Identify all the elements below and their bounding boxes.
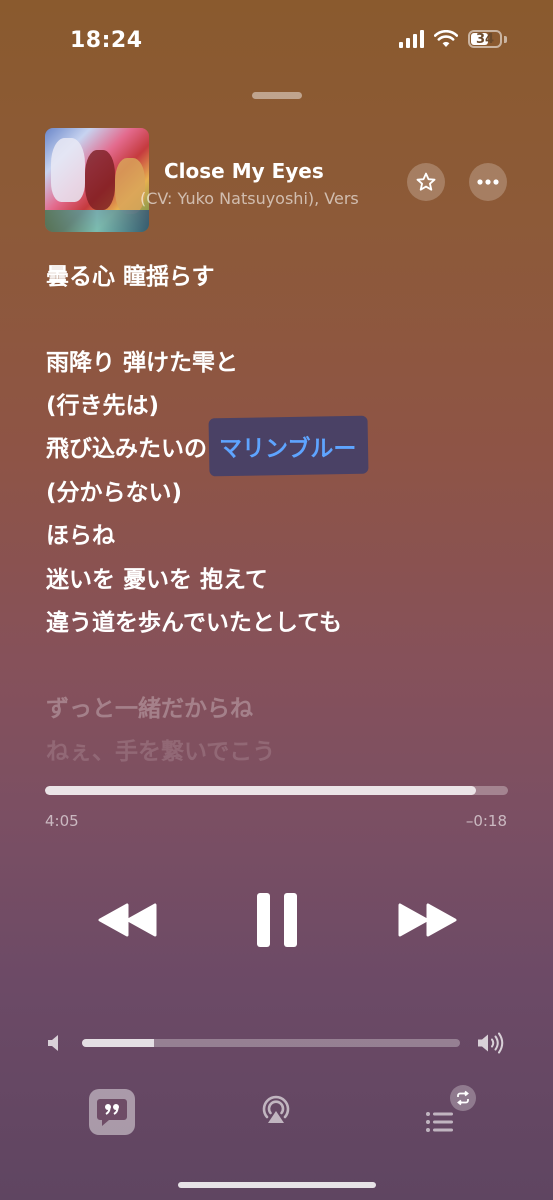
lyrics-button[interactable] (89, 1089, 135, 1135)
fast-forward-icon (398, 903, 457, 937)
now-playing-header: Close My Eyes (CV: Yuko Natsuyoshi), Ver… (0, 125, 553, 235)
time-remaining: –0:18 (465, 812, 507, 830)
lyric-line[interactable]: ほらね (46, 516, 115, 550)
airplay-icon (262, 1095, 290, 1123)
home-indicator[interactable] (178, 1182, 376, 1188)
forward-button[interactable] (396, 900, 458, 940)
pause-button[interactable] (252, 891, 302, 949)
lyric-line[interactable]: (分からない) (46, 473, 182, 507)
airplay-button[interactable] (258, 1091, 294, 1127)
status-icons: 34 (399, 30, 507, 48)
speaker-high-icon (478, 1032, 504, 1054)
battery-icon: 34 (468, 30, 502, 48)
pause-icon (257, 893, 297, 947)
star-icon (416, 172, 436, 191)
sheet-grabber[interactable] (252, 92, 302, 99)
bottom-toolbar (0, 1075, 553, 1155)
rewind-icon (98, 903, 157, 937)
cellular-signal-icon (399, 30, 424, 48)
queue-list-icon (426, 1112, 453, 1132)
album-art[interactable] (45, 128, 149, 232)
queue-button[interactable] (420, 1085, 476, 1137)
speaker-low-icon (48, 1035, 58, 1051)
transport-controls (0, 885, 553, 955)
rewind-button[interactable] (97, 900, 159, 940)
battery-nub (504, 35, 507, 43)
ellipsis-icon (477, 179, 499, 185)
song-title[interactable]: Close My Eyes (164, 159, 324, 183)
time-elapsed: 4:05 (45, 812, 79, 830)
lyrics-quote-icon (97, 1099, 127, 1126)
lyric-line-highlighted[interactable]: 飛び込みたいの マリンブルー (46, 429, 360, 463)
song-artist[interactable]: (CV: Yuko Natsuyoshi), Vers (140, 189, 402, 213)
lyric-line[interactable]: 違う道を歩んでいたとしても (46, 603, 342, 637)
lyric-line[interactable]: (行き先は) (46, 386, 159, 420)
favorite-button[interactable] (407, 163, 445, 201)
lyric-line-upcoming[interactable]: ねぇ、手を繋いでこう (46, 732, 275, 766)
repeat-icon (457, 1090, 469, 1106)
volume-fill (82, 1039, 154, 1047)
wifi-icon (434, 30, 458, 47)
status-bar: 18:24 34 (0, 0, 553, 80)
song-artist-text: (CV: Yuko Natsuyoshi), Vers (140, 189, 359, 208)
status-time: 18:24 (70, 28, 143, 53)
lyrics-view[interactable]: 曇る心 瞳揺らす 雨降り 弾けた雫と (行き先は) 飛び込みたいの マリンブルー… (46, 225, 526, 775)
lyric-line[interactable]: 雨降り 弾けた雫と (46, 343, 238, 377)
playback-progress-fill (45, 786, 476, 795)
battery-level: 34 (475, 31, 495, 47)
lyric-line-upcoming[interactable]: ずっと一緒だからね (46, 689, 253, 723)
repeat-badge (450, 1085, 476, 1111)
lyric-highlight: マリンブルー (215, 429, 360, 463)
more-button[interactable] (469, 163, 507, 201)
volume-slider[interactable] (82, 1039, 460, 1047)
volume-row (0, 1030, 553, 1060)
lyric-line[interactable]: 迷いを 憂いを 抱えて (46, 560, 268, 594)
lyric-line[interactable]: 曇る心 瞳揺らす (46, 257, 215, 291)
playback-scrubber[interactable] (45, 786, 508, 795)
